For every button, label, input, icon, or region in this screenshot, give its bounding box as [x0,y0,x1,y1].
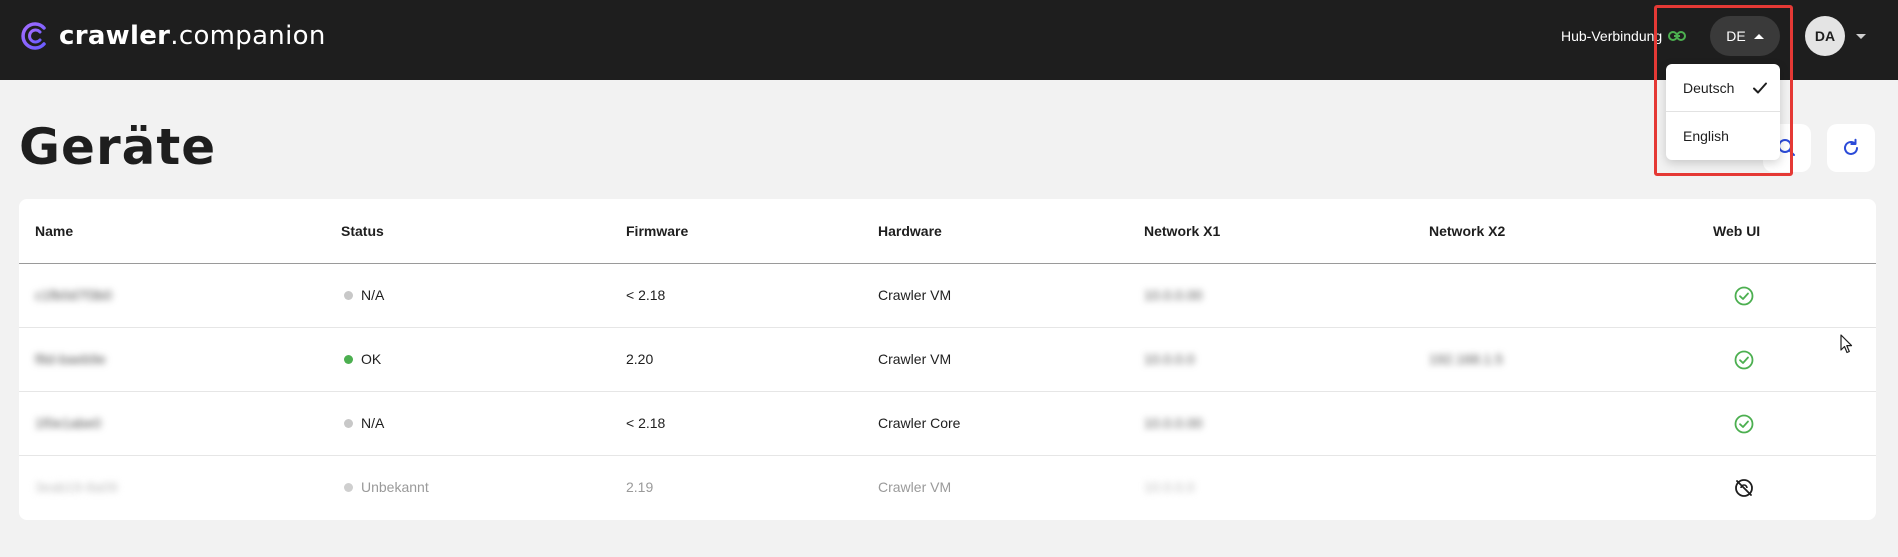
crawler-logo-icon [21,22,46,50]
status-dot [344,482,353,492]
device-firmware: 2.19 [626,479,654,495]
column-header-firmware[interactable]: Firmware [626,223,688,239]
device-network-x1: 10.0.0.0 [1144,351,1195,367]
refresh-button[interactable] [1827,124,1875,172]
status-dot [344,290,353,300]
hub-connection-label: Hub-Verbindung [1561,28,1663,44]
device-status: Unbekannt [344,479,429,495]
web-ui-check-icon[interactable] [1733,349,1755,371]
app-name: crawler.companion [59,21,326,51]
table-row[interactable]: 1f0e1abe0 N/A < 2.18 Crawler Core 10.0.0… [19,392,1876,456]
device-hardware: Crawler Core [878,415,961,431]
chevron-down-icon[interactable] [1856,34,1866,39]
table-row[interactable]: f8d-baeb9e OK 2.20 Crawler VM 10.0.0.0 1… [19,328,1876,392]
web-ui-check-icon[interactable] [1733,413,1755,435]
device-firmware: < 2.18 [626,287,666,303]
device-name: f8d-baeb9e [35,351,106,367]
web-ui-unavailable-icon [1735,479,1753,497]
device-name: c1fb0d7f3b0 [35,287,113,303]
top-bar: crawler.companion Hub-Verbindung DE DA [0,0,1898,80]
status-dot [344,418,353,428]
page-title: Geräte [19,118,217,176]
refresh-icon [1844,138,1858,155]
device-name: 1f0e1abe0 [35,415,102,431]
highlight-box [1654,5,1793,176]
device-name: 3eab19-8a09 [35,479,118,495]
column-header-name[interactable]: Name [35,223,73,239]
app-logo[interactable]: crawler.companion [19,20,326,52]
column-header-status[interactable]: Status [341,223,384,239]
user-initials: DA [1814,28,1836,44]
device-network-x1: 10.0.0.00 [1144,415,1203,431]
device-network-x2: 192.168.1.5 [1429,351,1503,367]
column-header-web-ui[interactable]: Web UI [1713,223,1760,239]
table-header: Name Status Firmware Hardware Network X1… [19,199,1876,264]
device-status: OK [344,351,381,367]
devices-table: Name Status Firmware Hardware Network X1… [19,199,1876,520]
device-network-x1: 10.0.0.00 [1144,287,1203,303]
column-header-network-x2[interactable]: Network X2 [1429,223,1505,239]
device-network-x1: 10.0.0.0 [1144,479,1195,495]
device-status: N/A [344,287,384,303]
device-status: N/A [344,415,384,431]
web-ui-check-icon[interactable] [1733,285,1755,307]
status-dot [344,354,353,364]
column-header-network-x1[interactable]: Network X1 [1144,223,1220,239]
device-hardware: Crawler VM [878,479,952,495]
device-firmware: 2.20 [626,351,654,367]
table-row[interactable]: 3eab19-8a09 Unbekannt 2.19 Crawler VM 10… [19,456,1876,520]
mouse-cursor-icon [1840,334,1853,354]
device-hardware: Crawler VM [878,287,952,303]
device-firmware: < 2.18 [626,415,666,431]
device-hardware: Crawler VM [878,351,952,367]
table-row[interactable]: c1fb0d7f3b0 N/A < 2.18 Crawler VM 10.0.0… [19,264,1876,328]
user-avatar[interactable]: DA [1805,16,1845,56]
column-header-hardware[interactable]: Hardware [878,223,942,239]
